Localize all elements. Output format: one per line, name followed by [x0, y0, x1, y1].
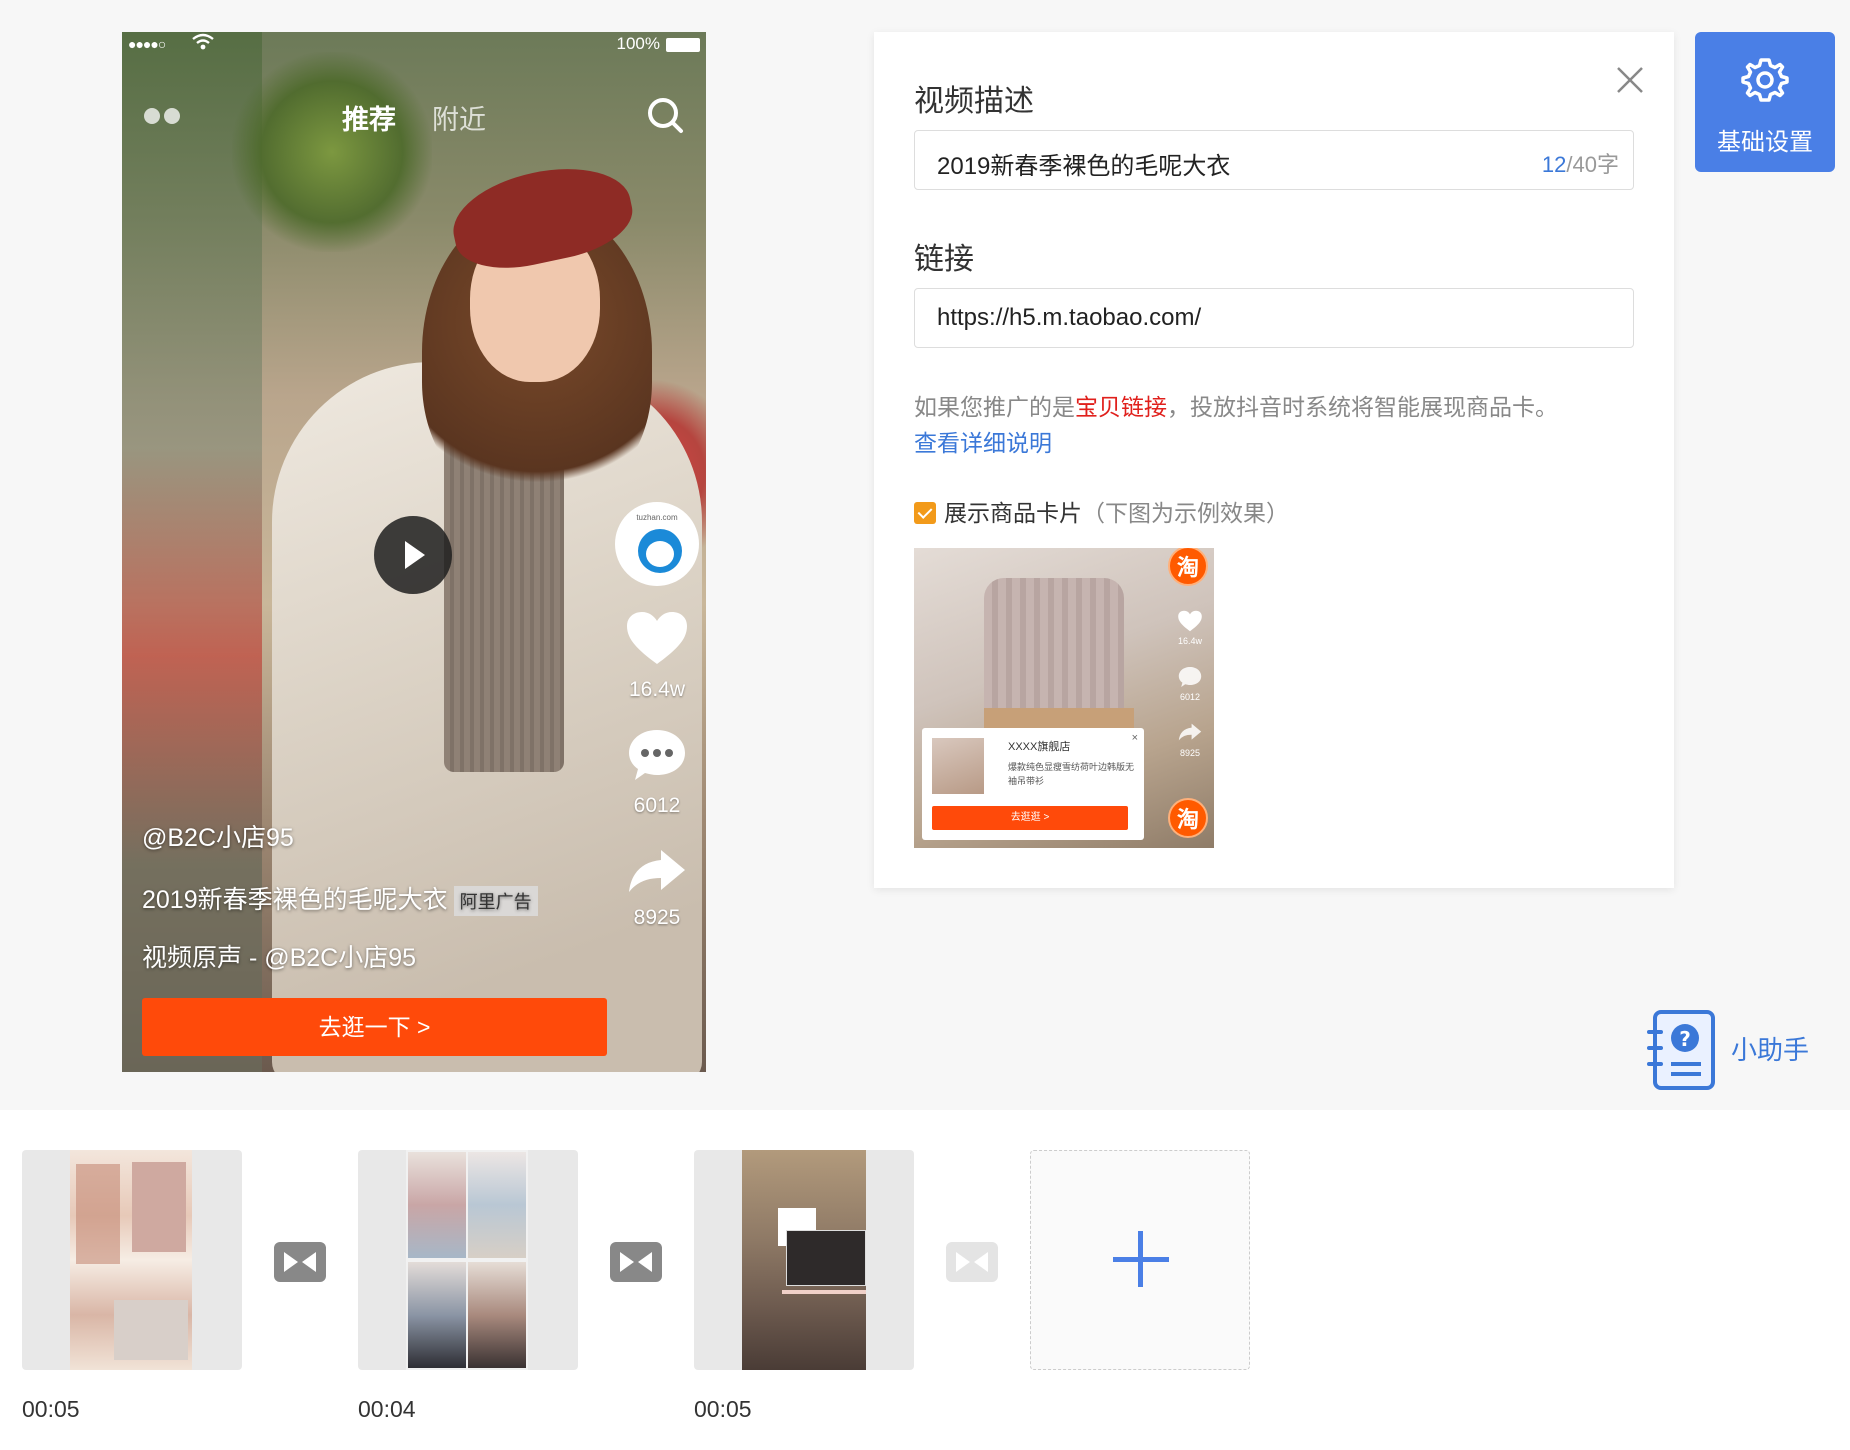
video-settings-card: 视频描述 2019新春季裸色的毛呢大衣 12/40字 链接 https://h5…	[874, 32, 1674, 888]
svg-text:?: ?	[1679, 1027, 1691, 1051]
clip-image	[70, 1150, 192, 1370]
more-icon[interactable]	[144, 108, 188, 124]
example-product-thumbnail	[932, 738, 984, 794]
comment-icon[interactable]	[612, 728, 702, 787]
checkbox-note: （下图为示例效果）	[1082, 500, 1289, 526]
example-product-card: XXXX旗舰店 爆款纯色显瘦雪纺荷叶边韩版无袖吊带衫 × 去逛逛 >	[922, 728, 1144, 840]
basic-settings-label: 基础设置	[1717, 129, 1813, 156]
example-share-count: 8925	[1179, 748, 1201, 758]
signal-icon: ●●●●○	[128, 36, 166, 52]
clip-image	[742, 1150, 866, 1370]
share-icon[interactable]	[612, 848, 702, 899]
description-input[interactable]: 2019新春季裸色的毛呢大衣 12/40字	[914, 130, 1634, 190]
heart-icon[interactable]	[612, 610, 702, 671]
clip-duration: 00:05	[22, 1396, 80, 1422]
battery-level: 100%	[616, 34, 660, 53]
comment-count: 6012	[633, 794, 681, 817]
taobao-icon: 淘	[1168, 548, 1208, 586]
show-product-card-checkbox[interactable]	[914, 502, 936, 524]
example-heart-icon	[1172, 610, 1208, 634]
example-go-button: 去逛逛 >	[932, 806, 1128, 830]
link-label: 链接	[914, 243, 974, 276]
add-clip-button[interactable]	[1030, 1150, 1250, 1370]
hint-highlight: 宝贝链接	[1075, 394, 1167, 420]
helper-button[interactable]: ? 小助手	[1645, 1008, 1825, 1092]
example-model-top	[984, 578, 1124, 718]
close-icon[interactable]	[1616, 66, 1644, 94]
example-comment-icon	[1172, 666, 1208, 690]
checkbox-label: 展示商品卡片	[944, 500, 1082, 526]
video-title-line: 2019新春季裸色的毛呢大衣 阿里广告	[142, 880, 538, 917]
status-bar: ●●●●○ 100%	[122, 32, 706, 56]
view-details-link[interactable]: 查看详细说明	[914, 424, 1052, 458]
video-music: 视频原声 - @B2C小店95	[142, 944, 417, 972]
example-product-desc: 爆款纯色显瘦雪纺荷叶边韩版无袖吊带衫	[1008, 762, 1135, 786]
description-value: 2019新春季裸色的毛呢大衣	[937, 153, 1231, 180]
example-close-icon: ×	[1131, 732, 1138, 744]
example-store-name: XXXX旗舰店	[1008, 741, 1071, 753]
hint-suffix: ，投放抖音时系统将智能展现商品卡。	[1167, 394, 1558, 420]
hint-prefix: 如果您推广的是	[914, 394, 1075, 420]
avatar[interactable]: tuzhan.com	[615, 502, 699, 586]
video-username[interactable]: @B2C小店95	[142, 818, 294, 854]
show-product-card-row[interactable]: 展示商品卡片（下图为示例效果）	[914, 494, 1289, 528]
transition-icon[interactable]	[274, 1242, 326, 1282]
clip-duration: 00:04	[358, 1396, 416, 1422]
video-preview: ●●●●○ 100% 推荐 附近 tuzhan.com 16.4w 6012 8…	[122, 32, 706, 1072]
background-plant	[232, 52, 432, 252]
product-card-example: 淘 16.4w 6012 8925 XXXX旗舰店 爆款纯色显瘦雪纺荷叶边韩版无…	[914, 548, 1214, 848]
example-like-count: 16.4w	[1177, 636, 1203, 646]
taobao-icon-bottom: 淘	[1168, 798, 1208, 838]
avatar-site-text: tuzhan.com	[636, 513, 678, 522]
basic-settings-button[interactable]: 基础设置	[1695, 32, 1835, 172]
tab-recommend[interactable]: 推荐	[342, 98, 396, 137]
char-count-limit: /40字	[1566, 152, 1619, 177]
clip-thumbnail[interactable]	[358, 1150, 578, 1370]
share-count: 8925	[633, 906, 681, 929]
helper-label: 小助手	[1731, 1035, 1810, 1065]
clip-image	[406, 1150, 528, 1370]
clip-thumbnail[interactable]	[22, 1150, 242, 1370]
char-counter: 12/40字	[1542, 147, 1619, 179]
like-count: 16.4w	[628, 678, 686, 701]
example-share-icon	[1172, 722, 1208, 744]
link-input[interactable]: https://h5.m.taobao.com/	[914, 288, 1634, 348]
ad-tag: 阿里广告	[453, 886, 538, 917]
product-card-hint: 如果您推广的是宝贝链接，投放抖音时系统将智能展现商品卡。	[914, 388, 1558, 422]
clip-thumbnail[interactable]	[694, 1150, 914, 1370]
transition-icon	[946, 1242, 998, 1282]
char-count-current: 12	[1541, 152, 1567, 177]
video-title: 2019新春季裸色的毛呢大衣	[142, 886, 448, 914]
search-icon[interactable]	[646, 96, 684, 134]
gear-icon	[1741, 58, 1789, 102]
tab-nearby[interactable]: 附近	[432, 98, 486, 137]
description-label: 视频描述	[914, 85, 1034, 118]
play-button[interactable]	[374, 516, 452, 594]
plus-icon-bar	[1113, 1257, 1169, 1262]
cta-button[interactable]: 去逛一下 >	[142, 998, 607, 1056]
video-topbar: 推荐 附近	[122, 90, 706, 142]
doraemon-icon	[638, 529, 682, 573]
wifi-icon	[192, 33, 214, 56]
clip-duration: 00:05	[694, 1396, 752, 1422]
battery-icon	[666, 38, 700, 52]
transition-icon[interactable]	[610, 1242, 662, 1282]
example-comment-count: 6012	[1179, 692, 1201, 702]
link-value: https://h5.m.taobao.com/	[937, 304, 1202, 331]
help-book-icon: ?	[1647, 1010, 1715, 1090]
clip-timeline: 00:05 00:04 00:05	[0, 1110, 1850, 1450]
